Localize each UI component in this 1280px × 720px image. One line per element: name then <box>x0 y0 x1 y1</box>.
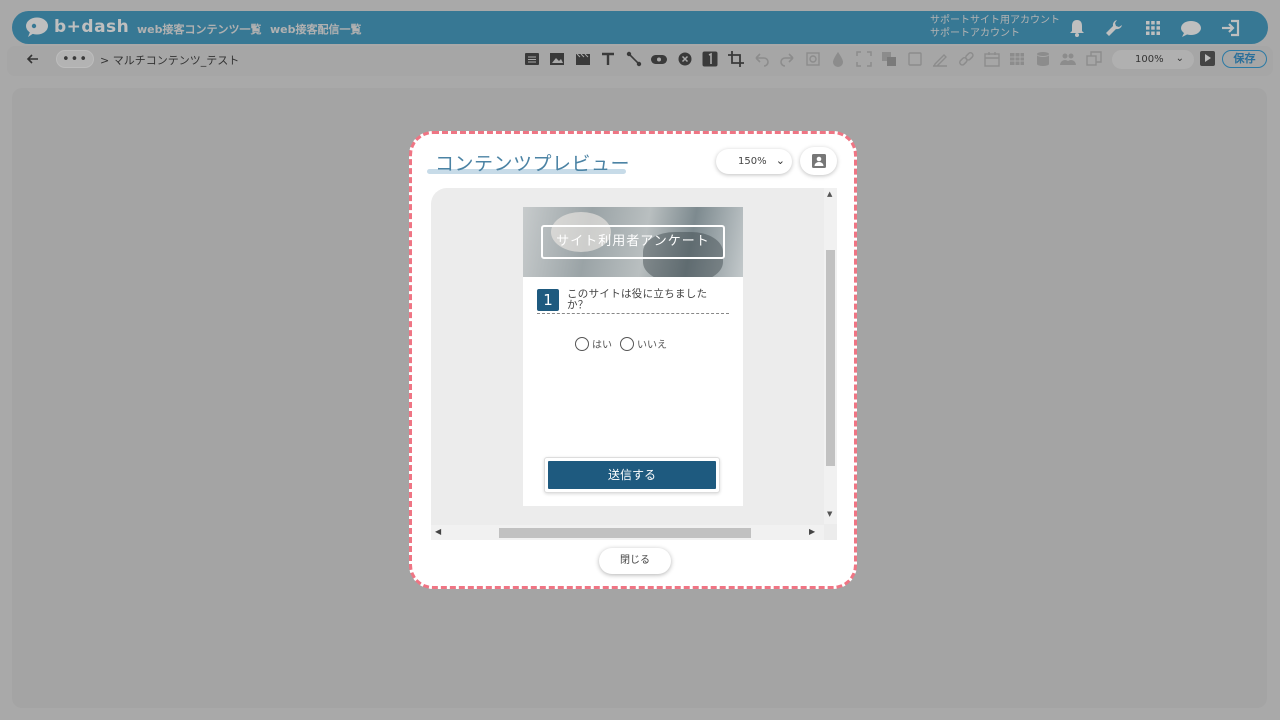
breadcrumb: > マルチコンテンツ_テスト <box>100 54 240 67</box>
chevron-down-icon: ⌄ <box>775 154 785 167</box>
pen-icon[interactable] <box>932 51 948 67</box>
portrait-icon <box>811 154 826 168</box>
scroll-down-icon[interactable]: ▼ <box>827 510 832 518</box>
survey-card: サイト利用者アンケート 1 このサイトは役に立ちましたか？ はい いいえ 送信す… <box>523 207 743 506</box>
link-icon[interactable] <box>958 51 974 67</box>
fullscreen-icon[interactable] <box>856 51 872 67</box>
table-icon[interactable] <box>1009 51 1025 67</box>
square-icon[interactable] <box>907 51 923 67</box>
database-icon[interactable] <box>1035 51 1051 67</box>
device-toggle-button[interactable] <box>800 147 837 175</box>
option-no[interactable]: いいえ <box>620 336 667 351</box>
horizontal-scroll-thumb[interactable] <box>499 528 751 538</box>
preview-viewport[interactable]: サイト利用者アンケート 1 このサイトは役に立ちましたか？ はい いいえ 送信す… <box>431 188 837 540</box>
video-icon[interactable] <box>575 51 591 67</box>
question-number: 1 <box>537 289 559 311</box>
submit-button-frame: 送信する <box>544 457 720 493</box>
survey-title: サイト利用者アンケート <box>541 225 725 259</box>
radio-button[interactable] <box>620 336 634 351</box>
scroll-right-icon[interactable]: ▶ <box>809 527 815 536</box>
vertical-scroll-thumb[interactable] <box>826 250 835 466</box>
survey-hero-image: サイト利用者アンケート <box>523 207 743 277</box>
top-nav-bar: b+dash web接客コンテンツ一覧 web接客配信一覧 サポートサイト用アカ… <box>12 11 1268 44</box>
preview-zoom-value: 150% <box>738 156 767 167</box>
option-label: いいえ <box>637 340 667 351</box>
save-button[interactable]: 保存 <box>1222 50 1267 68</box>
question-text: このサイトは役に立ちましたか？ <box>567 288 708 311</box>
more-button[interactable]: ••• <box>56 50 94 68</box>
scroll-up-icon[interactable]: ▲ <box>827 190 832 198</box>
drop-icon[interactable] <box>830 51 846 67</box>
vertical-scrollbar[interactable]: ▲ ▼ <box>824 188 837 524</box>
connector-icon[interactable] <box>626 51 642 67</box>
play-icon[interactable] <box>1200 51 1215 66</box>
answer-options: はい いいえ <box>575 336 667 351</box>
editor-zoom-value: 100% <box>1135 54 1164 65</box>
editor-zoom-select[interactable]: 100% ⌄ <box>1112 50 1194 69</box>
badge-icon[interactable] <box>651 51 667 67</box>
image-icon[interactable] <box>549 51 565 67</box>
preview-zoom-select[interactable]: 150% ⌄ <box>716 149 792 174</box>
radio-button[interactable] <box>575 336 589 351</box>
crop-icon[interactable] <box>728 51 744 67</box>
back-arrow-icon[interactable] <box>26 52 40 66</box>
text-icon[interactable] <box>600 51 616 67</box>
list-icon[interactable] <box>524 51 540 67</box>
option-yes[interactable]: はい <box>575 336 612 351</box>
question-divider <box>537 313 729 314</box>
redo-icon[interactable] <box>779 51 795 67</box>
option-label: はい <box>592 340 612 351</box>
users-icon[interactable] <box>1060 51 1076 67</box>
close-circle-icon[interactable] <box>677 51 693 67</box>
horizontal-scrollbar[interactable]: ◀ ▶ <box>431 525 824 540</box>
close-button[interactable]: 閉じる <box>599 548 671 574</box>
scroll-left-icon[interactable]: ◀ <box>435 527 441 536</box>
number-icon[interactable] <box>702 51 718 67</box>
layers-icon[interactable] <box>881 51 897 67</box>
header-overlay <box>12 11 1268 44</box>
calendar-icon[interactable] <box>984 51 1000 67</box>
modal-title: コンテンツプレビュー <box>435 153 631 175</box>
chevron-down-icon: ⌄ <box>1175 53 1184 64</box>
undo-icon[interactable] <box>754 51 770 67</box>
preview-modal: コンテンツプレビュー 150% ⌄ サイト利用者アンケート 1 このサイトは役に… <box>409 131 857 589</box>
frame-icon[interactable] <box>805 51 821 67</box>
submit-button[interactable]: 送信する <box>548 461 716 489</box>
copy-icon[interactable] <box>1086 51 1102 67</box>
